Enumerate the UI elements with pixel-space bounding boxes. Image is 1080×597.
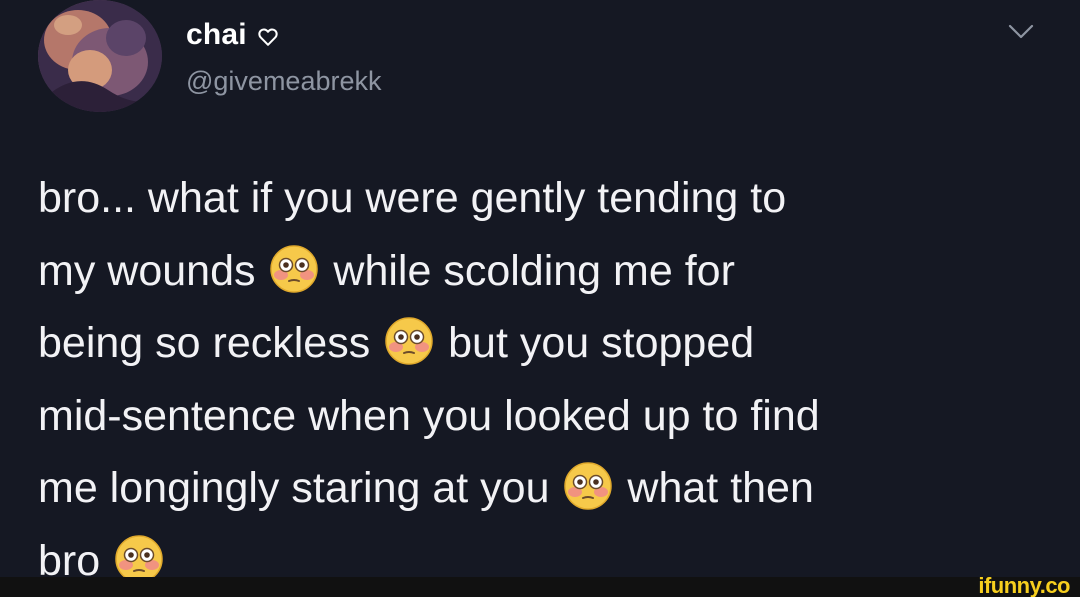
tweet-line: but you stopped (448, 319, 755, 367)
tweet-line: while scolding me for (333, 246, 735, 295)
flushed-face-emoji (269, 244, 319, 294)
user-handle[interactable]: @givemeabrekk (186, 66, 382, 97)
watermark-bar: ifunny.co (0, 573, 1080, 597)
flushed-face-emoji (114, 534, 164, 584)
tweet-line: being so reckless (38, 319, 371, 367)
heart-outline-icon (257, 26, 279, 48)
tweet-card: chai @givemeabrekk bro... what if you we… (0, 0, 1080, 585)
tweet-screenshot: chai @givemeabrekk bro... what if you we… (0, 0, 1080, 597)
tweet-text: bro... what if you were gently tending t… (38, 162, 1048, 597)
name-row: chai (186, 18, 279, 52)
avatar-image (38, 0, 162, 112)
tweet-line: mid-sentence when you looked up to find (38, 391, 820, 440)
flushed-face-emoji (563, 461, 613, 511)
tweet-line: me longingly staring at you (38, 464, 550, 512)
display-name[interactable]: chai (186, 18, 247, 52)
ifunny-watermark: ifunny.co (978, 573, 1070, 597)
chevron-down-icon[interactable] (1005, 20, 1037, 44)
flushed-face-emoji (384, 316, 434, 366)
tweet-line: my wounds (38, 246, 256, 295)
tweet-line: what then (627, 464, 814, 512)
avatar[interactable] (38, 0, 162, 112)
tweet-line: bro... what if you were gently tending t… (38, 174, 787, 222)
